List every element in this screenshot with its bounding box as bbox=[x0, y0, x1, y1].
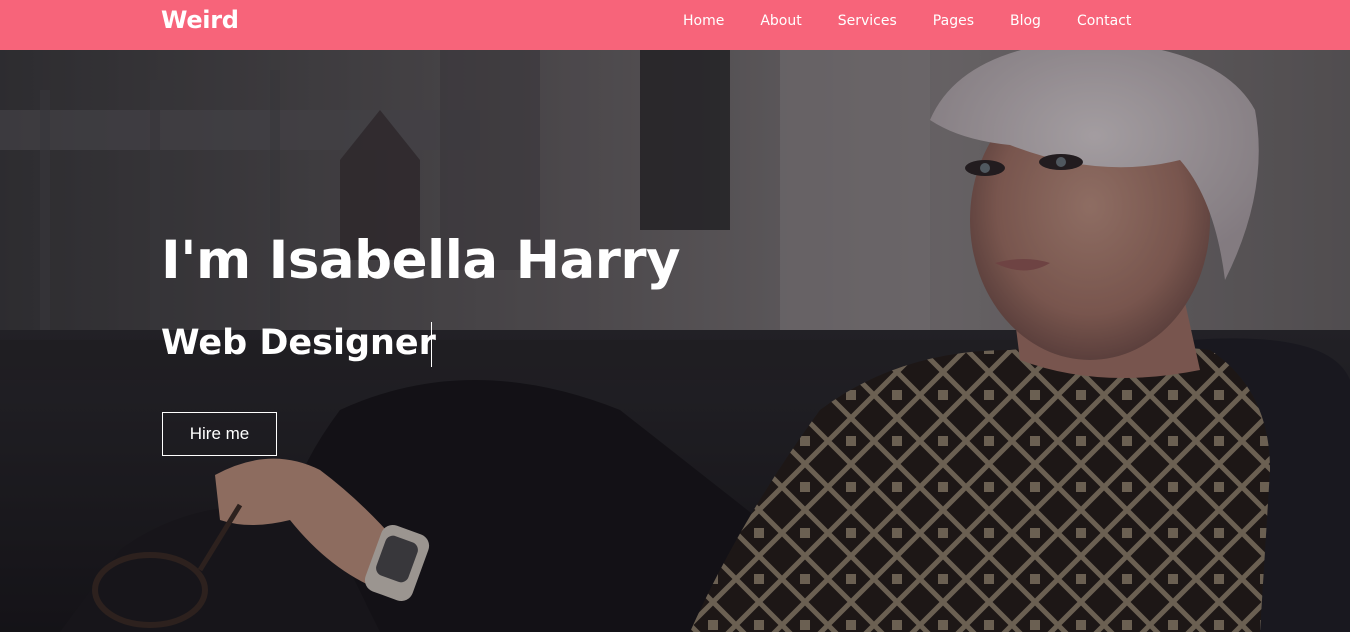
hero-subtitle: Web Designer bbox=[161, 323, 436, 363]
page: Weird Home About Services Pages Blog Con… bbox=[0, 0, 1350, 632]
nav-item-pages[interactable]: Pages bbox=[915, 13, 992, 29]
navbar: Weird Home About Services Pages Blog Con… bbox=[0, 0, 1350, 50]
typing-cursor bbox=[431, 322, 432, 367]
hero-section: I'm Isabella Harry Web Designer Hire me bbox=[0, 50, 1350, 632]
nav-item-about[interactable]: About bbox=[742, 13, 819, 29]
nav-item-home[interactable]: Home bbox=[665, 13, 742, 29]
nav-menu: Home About Services Pages Blog Contact bbox=[665, 0, 1149, 42]
brand-logo[interactable]: Weird bbox=[161, 6, 239, 34]
hire-me-button[interactable]: Hire me bbox=[162, 412, 277, 456]
nav-item-blog[interactable]: Blog bbox=[992, 13, 1059, 29]
nav-item-services[interactable]: Services bbox=[820, 13, 915, 29]
nav-item-contact[interactable]: Contact bbox=[1059, 13, 1149, 29]
hero-title: I'm Isabella Harry bbox=[161, 230, 681, 291]
